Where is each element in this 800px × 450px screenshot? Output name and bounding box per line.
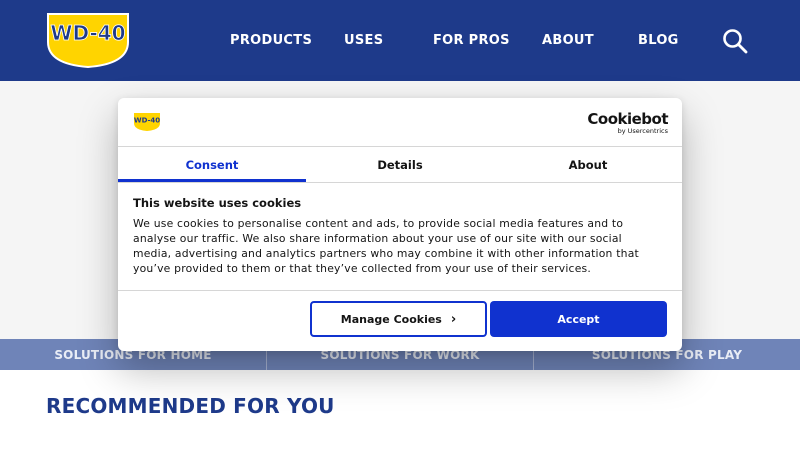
tab-consent[interactable]: Consent xyxy=(118,147,306,182)
consent-tabs: Consent Details About xyxy=(118,147,682,182)
manage-cookies-label: Manage Cookies xyxy=(340,312,442,326)
divider xyxy=(118,182,682,183)
nav-uses[interactable]: USES xyxy=(344,33,383,48)
chevron-right-icon: › xyxy=(450,311,457,327)
divider xyxy=(118,290,682,291)
tab-about[interactable]: About xyxy=(494,147,682,182)
nav-products[interactable]: PRODUCTS xyxy=(230,33,312,48)
wd40-logo[interactable]: WD-40 xyxy=(46,12,130,69)
logo-text: WD-40 xyxy=(50,21,125,45)
cookiebot-sub: by Usercentrics xyxy=(617,127,668,135)
wd40-small-logo: WD-40 xyxy=(134,113,160,131)
site-header: WD-40 PRODUCTS USES FOR PROS ABOUT BLOG xyxy=(0,0,800,81)
nav-blog[interactable]: BLOG xyxy=(638,33,679,48)
nav-for-pros[interactable]: FOR PROS xyxy=(433,33,510,48)
cookiebot-logo: Cookiebot by Usercentrics xyxy=(587,111,668,135)
nav-about[interactable]: ABOUT xyxy=(542,33,594,48)
accept-button[interactable]: Accept xyxy=(490,301,667,337)
recommended-heading: RECOMMENDED FOR YOU xyxy=(46,394,335,418)
svg-text:WD-40: WD-40 xyxy=(134,117,160,125)
cookiebot-brand: Cookiebot xyxy=(587,110,668,128)
dialog-body-text: We use cookies to personalise content an… xyxy=(133,217,639,275)
cookie-consent-dialog: WD-40 Cookiebot by Usercentrics Consent … xyxy=(118,98,682,351)
manage-cookies-button[interactable]: Manage Cookies › xyxy=(310,301,487,337)
search-icon[interactable] xyxy=(722,28,748,54)
dialog-title: This website uses cookies xyxy=(133,196,302,210)
tab-details[interactable]: Details xyxy=(306,147,494,182)
